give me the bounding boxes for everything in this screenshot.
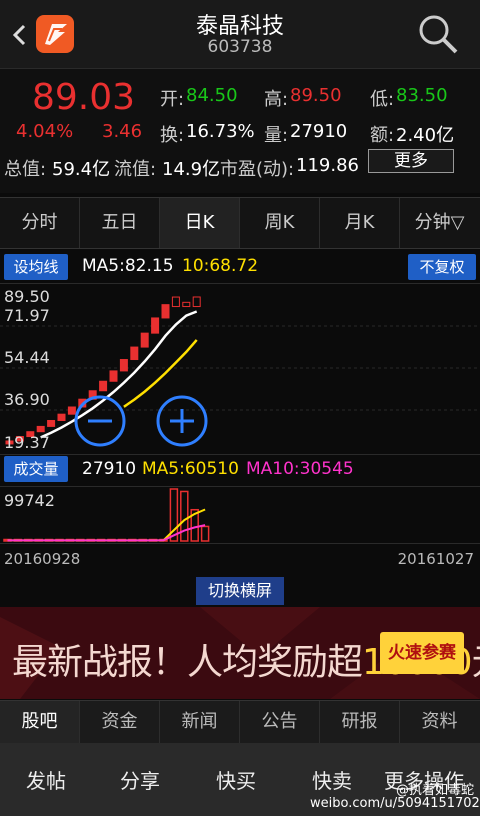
- tab-minute[interactable]: 分钟▽: [400, 198, 479, 248]
- change-percent: 4.04%: [16, 121, 74, 142]
- tab-monthly-k[interactable]: 月K: [320, 198, 400, 248]
- top-bar: 泰晶科技 603738: [0, 0, 480, 69]
- candle: [119, 359, 128, 372]
- kline-plot: [0, 296, 480, 445]
- open-value: 84.50: [186, 85, 238, 106]
- low-value: 83.50: [396, 85, 448, 106]
- float-cap-label: 流值:: [114, 159, 157, 180]
- volume-value: 27910: [290, 121, 348, 142]
- change-amount: 3.46: [102, 121, 143, 142]
- candle: [151, 317, 160, 334]
- quick-buy-button[interactable]: 快买: [216, 765, 256, 794]
- y-tick-label: 89.50: [4, 287, 50, 306]
- pe-label: 市盈(动):: [220, 159, 295, 180]
- ma10-readout: 10:68.72: [182, 256, 259, 276]
- volume-y-tick: 99742: [4, 491, 55, 510]
- volume-ma5-readout: MA5:60510: [142, 459, 239, 479]
- tab-daily-k[interactable]: 日K: [160, 198, 240, 248]
- market-cap-value: 59.4亿: [52, 159, 111, 180]
- market-cap-label: 总值:: [4, 159, 47, 180]
- volume-ma10-readout: MA10:30545: [246, 459, 354, 479]
- float-cap-value: 14.9亿: [162, 159, 221, 180]
- high-value: 89.50: [290, 85, 342, 106]
- start-date: 20160928: [4, 550, 81, 568]
- y-tick-label: 36.90: [4, 390, 50, 409]
- share-button[interactable]: 分享: [120, 765, 160, 794]
- candle: [99, 380, 108, 392]
- current-price: 89.03: [32, 77, 136, 118]
- tab-announcements[interactable]: 公告: [240, 701, 320, 743]
- banner-text-c: 元!: [472, 642, 480, 683]
- adjust-button[interactable]: 不复权: [408, 254, 476, 280]
- volume-ma5-line: [7, 508, 206, 542]
- stock-code: 603738: [207, 37, 273, 57]
- landscape-button[interactable]: 切换横屏: [196, 577, 284, 605]
- volume-plot: [3, 488, 210, 542]
- zoom-in-icon[interactable]: [156, 395, 208, 447]
- candle: [47, 420, 56, 427]
- y-tick-label: 19.37: [4, 433, 50, 452]
- search-icon[interactable]: [416, 12, 460, 56]
- turnover-value: 16.73%: [186, 121, 255, 142]
- low-label: 低:: [370, 89, 395, 110]
- end-date: 20161027: [397, 550, 474, 568]
- volume-indicator-button[interactable]: 成交量: [4, 456, 68, 482]
- post-button[interactable]: 发帖: [26, 765, 66, 794]
- ma5-readout: MA5:82.15: [82, 256, 174, 276]
- candle: [161, 304, 170, 319]
- amount-value: 2.40亿: [396, 125, 455, 146]
- candle: [109, 370, 118, 382]
- open-label: 开:: [160, 89, 185, 110]
- turnover-label: 换:: [160, 125, 185, 146]
- volume-chart[interactable]: 99742: [0, 486, 480, 544]
- volume-bar: [180, 490, 189, 542]
- tab-news[interactable]: 新闻: [160, 701, 240, 743]
- stock-name: 泰晶科技: [195, 14, 284, 39]
- candle: [36, 425, 45, 433]
- candle: [57, 413, 66, 422]
- tab-forum[interactable]: 股吧: [0, 701, 80, 743]
- candle: [182, 301, 191, 308]
- quote-panel: 89.03 4.04% 3.46 开: 84.50 高: 89.50 低: 83…: [0, 69, 480, 193]
- candle: [130, 346, 139, 361]
- amount-label: 额:: [370, 125, 395, 146]
- kline-chart[interactable]: 89.50 71.97 54.44 36.90 19.37: [0, 283, 480, 455]
- pe-value: 119.86: [296, 155, 359, 176]
- candle: [140, 332, 149, 348]
- y-tick-label: 71.97: [4, 306, 50, 325]
- period-tabs: 分时 五日 日K 周K 月K 分钟▽: [0, 197, 480, 249]
- banner-text-a: 最新战报！人均奖励超: [12, 642, 363, 683]
- volume-bar: [200, 525, 210, 542]
- join-now-button[interactable]: 火速参赛: [380, 632, 464, 674]
- volume-label: 量:: [264, 125, 289, 146]
- zoom-out-icon[interactable]: [74, 395, 126, 447]
- high-label: 高:: [264, 89, 289, 110]
- candle: [171, 296, 180, 308]
- set-ma-button[interactable]: 设均线: [4, 254, 68, 280]
- tab-intraday[interactable]: 分时: [0, 198, 80, 248]
- volume-toolbar: 成交量 27910 MA5:60510 MA10:30545: [0, 455, 480, 485]
- quick-sell-button[interactable]: 快卖: [312, 765, 352, 794]
- tab-research[interactable]: 研报: [320, 701, 400, 743]
- tab-five-day[interactable]: 五日: [80, 198, 160, 248]
- watermark-url: weibo.com/u/5094151702: [310, 796, 480, 811]
- tab-funds[interactable]: 资金: [80, 701, 160, 743]
- info-tabs: 股吧 资金 新闻 公告 研报 资料: [0, 700, 480, 743]
- volume-readout: 27910: [82, 459, 137, 479]
- tab-weekly-k[interactable]: 周K: [240, 198, 320, 248]
- date-axis: 20160928 20161027: [0, 548, 480, 570]
- tab-profile[interactable]: 资料: [400, 701, 479, 743]
- kline-toolbar: 设均线 MA5:82.15 10:68.72 不复权: [0, 252, 480, 282]
- more-button[interactable]: 更多: [368, 149, 454, 173]
- y-tick-label: 54.44: [4, 348, 50, 367]
- candle: [192, 296, 201, 308]
